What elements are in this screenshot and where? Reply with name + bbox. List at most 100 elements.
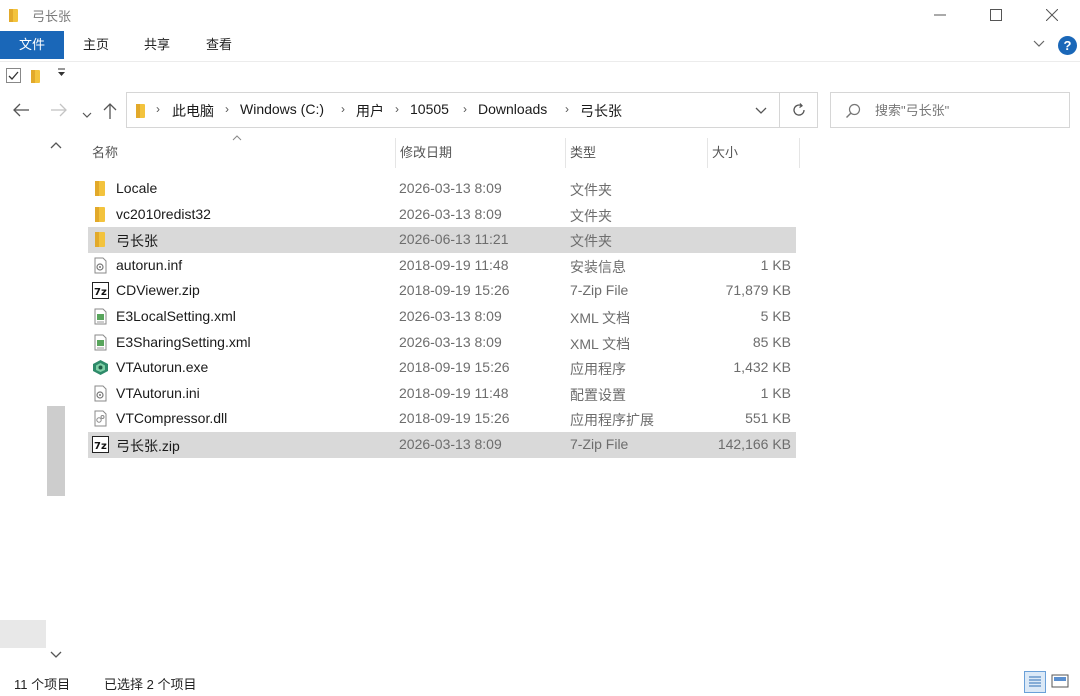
file-type: 文件夹 (570, 233, 612, 250)
tab-share[interactable]: 共享 (126, 31, 188, 59)
column-header-name[interactable]: 名称 (88, 138, 392, 168)
breadcrumb-downloads[interactable]: Downloads (478, 101, 547, 117)
xml-file-icon (92, 308, 109, 325)
dll-file-icon (92, 410, 109, 427)
file-name: VTCompressor.dll (116, 410, 228, 427)
7zip-icon: 7z (92, 282, 109, 300)
navigation-pane[interactable] (0, 138, 66, 658)
breadcrumb-separator-icon[interactable]: › (225, 102, 229, 116)
folder-icon (92, 180, 109, 197)
tab-view[interactable]: 查看 (188, 31, 250, 59)
up-arrow-icon[interactable] (102, 102, 118, 125)
breadcrumb-users[interactable]: 用户 (356, 101, 384, 121)
file-size: 142,166 KB (717, 435, 791, 452)
breadcrumb-current-folder[interactable]: 弓长张 (580, 101, 622, 121)
folder-icon (135, 103, 149, 122)
file-date: 2018-09-19 15:26 (399, 410, 510, 427)
file-list: Locale 2026-03-13 8:09 文件夹 vc2010redist32 20… (88, 176, 796, 458)
file-row[interactable]: Locale 2026-03-13 8:09 文件夹 (88, 176, 796, 202)
scroll-down-icon[interactable] (50, 650, 62, 662)
new-folder-icon[interactable] (30, 68, 44, 87)
file-row[interactable]: VTAutorun.exe 2018-09-19 15:26 应用程序 1,432 K… (88, 355, 796, 381)
recent-dropdown-icon[interactable] (82, 106, 92, 124)
close-button[interactable] (1024, 0, 1080, 30)
search-input[interactable] (875, 100, 1060, 120)
file-type: 配置设置 (570, 386, 626, 403)
file-name: Locale (116, 180, 158, 196)
breadcrumb-this-pc[interactable]: 此电脑 (172, 101, 214, 121)
minimize-button[interactable] (912, 0, 968, 30)
file-row[interactable]: autorun.inf 2018-09-19 11:48 安装信息 1 KB (88, 253, 796, 279)
breadcrumb-separator-icon[interactable]: › (565, 102, 569, 116)
file-type: XML 文档 (570, 309, 631, 326)
search-box[interactable] (830, 92, 1070, 128)
address-bar[interactable]: › 此电脑 › Windows (C:) › 用户 › 10505 › Down… (126, 92, 780, 128)
item-count: 11 个项目 (14, 677, 71, 692)
file-row[interactable]: 7z CDViewer.zip 2018-09-19 15:26 7-Zip File… (88, 278, 796, 304)
nav-pane-selected-item[interactable] (0, 620, 46, 648)
column-header-date[interactable]: 修改日期 (395, 138, 563, 168)
7zip-icon: 7z (92, 435, 109, 453)
details-view-icon (1029, 676, 1041, 687)
breadcrumb-separator-icon[interactable]: › (341, 102, 345, 116)
selection-count: 已选择 2 个项目 (104, 677, 197, 692)
tab-file[interactable]: 文件 (0, 31, 64, 59)
file-row[interactable]: 弓长张 2026-06-13 11:21 文件夹 (88, 227, 796, 253)
quick-access-toolbar (0, 61, 1080, 90)
file-name: vc2010redist32 (116, 205, 211, 222)
nav-pane-scrollbar[interactable] (46, 138, 66, 670)
svg-text:7z: 7z (94, 287, 107, 298)
breadcrumb-separator-icon[interactable]: › (156, 102, 160, 116)
customize-dropdown-icon[interactable] (57, 67, 66, 80)
file-date: 2018-09-19 15:26 (399, 359, 510, 376)
breadcrumb-separator-icon[interactable]: › (463, 102, 467, 116)
column-header-type[interactable]: 类型 (565, 138, 705, 168)
status-bar: 11 个项目 已选择 2 个项目 (0, 668, 1080, 696)
refresh-button[interactable] (780, 92, 818, 128)
title-bar: 弓长张 (0, 0, 1080, 30)
chevron-down-icon[interactable] (1032, 37, 1046, 54)
breadcrumb-windows-c[interactable]: Windows (C:) (240, 101, 324, 117)
large-icons-view-icon (1051, 674, 1069, 688)
folder-icon (92, 231, 109, 248)
file-type: 应用程序扩展 (570, 412, 654, 429)
file-name: VTAutorun.exe (116, 359, 209, 376)
folder-icon (92, 206, 109, 223)
file-row[interactable]: 7z 弓长张.zip 2026-03-13 8:09 7-Zip File 142,16… (88, 431, 796, 458)
back-arrow-icon[interactable] (12, 102, 30, 123)
details-view-button[interactable] (1024, 671, 1046, 693)
file-date: 2026-03-13 8:09 (399, 435, 502, 452)
file-date: 2018-09-19 11:48 (399, 384, 509, 401)
navigation-bar: › 此电脑 › Windows (C:) › 用户 › 10505 › Down… (0, 92, 1080, 132)
breadcrumb-separator-icon[interactable]: › (395, 102, 399, 116)
maximize-button[interactable] (968, 0, 1024, 30)
file-row[interactable]: E3SharingSetting.xml 2026-03-13 8:09 XML 文… (88, 330, 796, 356)
file-name: autorun.inf (116, 256, 183, 273)
file-name: 弓长张.zip (116, 437, 180, 454)
help-icon[interactable]: ? (1058, 36, 1077, 55)
file-size: 85 KB (752, 333, 791, 350)
scroll-up-icon[interactable] (50, 140, 62, 152)
file-size: 551 KB (745, 410, 791, 427)
file-row[interactable]: VTAutorun.ini 2018-09-19 11:48 配置设置 1 KB (88, 381, 796, 407)
tab-home[interactable]: 主页 (66, 31, 126, 59)
large-icons-view-button[interactable] (1050, 671, 1072, 693)
file-size: 1 KB (760, 384, 791, 401)
settings-file-icon (92, 257, 109, 274)
address-dropdown-icon[interactable] (755, 102, 767, 118)
file-size: 1 KB (760, 256, 791, 273)
properties-check-icon[interactable] (6, 68, 21, 86)
file-row[interactable]: vc2010redist32 2026-03-13 8:09 文件夹 (88, 202, 796, 228)
file-type: 安装信息 (570, 258, 626, 275)
file-row[interactable]: VTCompressor.dll 2018-09-19 15:26 应用程序扩展 55… (88, 406, 796, 432)
column-header-size[interactable]: 大小 (707, 138, 800, 168)
file-row[interactable]: E3LocalSetting.xml 2026-03-13 8:09 XML 文档 5… (88, 304, 796, 330)
folder-icon (8, 7, 22, 26)
forward-arrow-icon[interactable] (50, 102, 68, 123)
file-type: 7-Zip File (570, 282, 629, 299)
refresh-icon (792, 103, 805, 116)
file-type: 应用程序 (570, 361, 626, 378)
file-date: 2026-03-13 8:09 (399, 333, 502, 350)
breadcrumb-10505[interactable]: 10505 (410, 101, 449, 117)
scrollbar-thumb[interactable] (47, 406, 65, 496)
